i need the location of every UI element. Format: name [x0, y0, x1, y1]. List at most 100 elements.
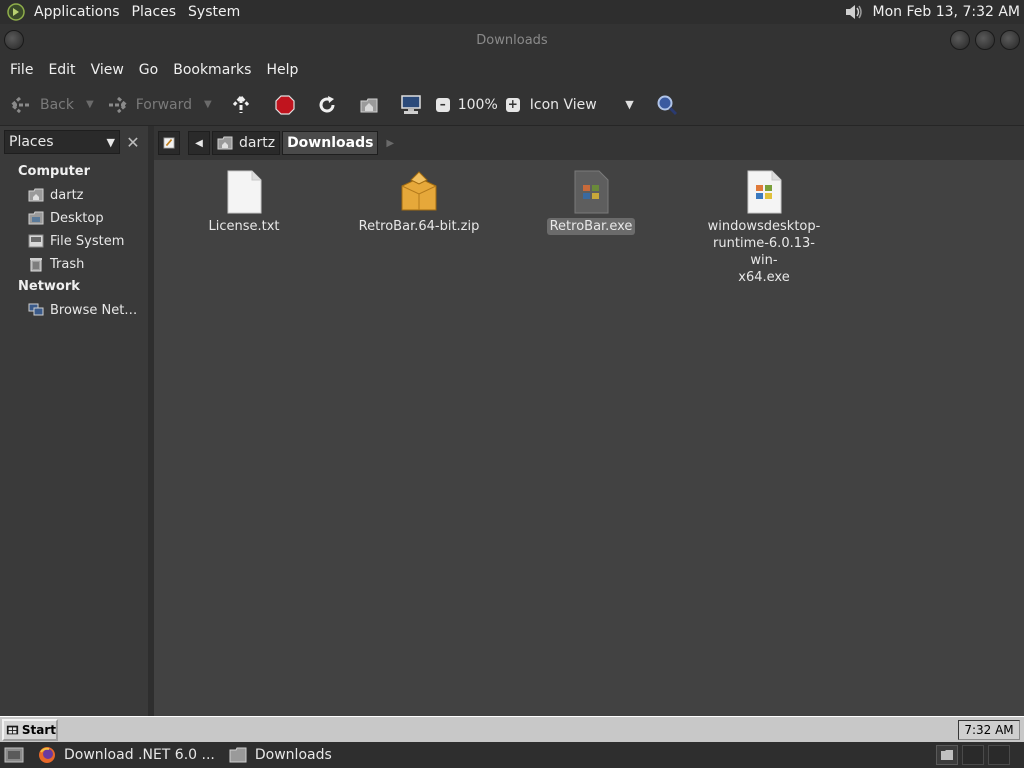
workspace-3[interactable] — [988, 745, 1010, 765]
view-mode-dropdown[interactable]: Icon View ▼ — [524, 89, 640, 121]
file-name: windowsdesktop- runtime-6.0.13-win- x64.… — [699, 218, 829, 286]
system-menu[interactable]: System — [182, 0, 246, 24]
file-item[interactable]: RetroBar.exe — [536, 170, 646, 235]
task-label: Download .NET 6.0 ... — [64, 747, 215, 763]
forward-button[interactable]: Forward — [100, 89, 198, 121]
panel-clock[interactable]: Mon Feb 13, 7:32 AM — [873, 4, 1020, 20]
task-downloads-window[interactable]: Downloads — [223, 743, 338, 767]
breadcrumb-dartz[interactable]: dartz — [212, 131, 281, 155]
chevron-down-icon: ▼ — [625, 98, 634, 111]
drive-icon — [28, 234, 44, 248]
home-folder-icon — [358, 94, 380, 116]
menu-file[interactable]: File — [4, 58, 42, 82]
stop-button[interactable] — [268, 89, 302, 121]
toggle-location-entry-button[interactable] — [158, 131, 180, 155]
taskbar-clock[interactable]: 7:32 AM — [958, 720, 1020, 740]
sidebar-item-dartz[interactable]: dartz — [28, 185, 146, 205]
sidebar-item-label: dartz — [50, 187, 84, 203]
firefox-icon — [39, 747, 55, 763]
breadcrumb-downloads[interactable]: Downloads — [282, 131, 379, 155]
menu-view[interactable]: View — [85, 58, 133, 82]
minimize-button[interactable] — [950, 30, 970, 50]
zoom-out-button[interactable]: – — [435, 97, 450, 112]
menu-edit[interactable]: Edit — [42, 58, 84, 82]
sidebar-item-label: Desktop — [50, 210, 104, 226]
file-name: RetroBar.64-bit.zip — [358, 219, 480, 234]
start-button[interactable]: Start — [2, 719, 58, 741]
sidebar-item-label: Browse Net… — [50, 302, 138, 318]
start-logo-icon — [6, 725, 19, 735]
sidebar-item-browse-network[interactable]: Browse Net… — [28, 300, 146, 320]
workspace-2[interactable] — [962, 745, 984, 765]
computer-button[interactable] — [394, 89, 428, 121]
zoom-level: 100% — [457, 96, 498, 113]
forward-history-dropdown-icon[interactable]: ▼ — [204, 99, 212, 110]
back-history-dropdown-icon[interactable]: ▼ — [86, 99, 94, 110]
folder-icon — [229, 747, 247, 763]
home-button[interactable] — [352, 89, 386, 121]
breadcrumb-label: Downloads — [287, 135, 374, 151]
sidebar-heading-computer: Computer — [18, 164, 91, 179]
applications-menu[interactable]: Applications — [28, 0, 126, 24]
window-titlebar[interactable]: Downloads — [0, 24, 1024, 56]
sidebar-type-label: Places — [9, 134, 54, 150]
view-mode-label: Icon View — [529, 96, 597, 113]
start-label: Start — [21, 723, 56, 737]
workspace-switcher[interactable] — [936, 745, 958, 765]
search-icon — [656, 94, 678, 116]
executable-icon — [574, 170, 609, 214]
sidebar-type-dropdown[interactable]: Places ▼ — [4, 130, 120, 154]
file-name-line: windowsdesktop- — [707, 219, 821, 234]
menubar: File Edit View Go Bookmarks Help — [0, 56, 1024, 84]
show-desktop-icon[interactable] — [4, 746, 24, 764]
menu-help[interactable]: Help — [260, 58, 307, 82]
start-panel: Start 7:32 AM — [0, 716, 1024, 742]
path-scroll-right-icon[interactable]: ▶ — [386, 138, 394, 149]
sidebar-item-label: Trash — [50, 256, 85, 272]
gnome-foot-icon[interactable] — [6, 2, 26, 22]
up-button[interactable] — [224, 89, 258, 121]
taskbar: Download .NET 6.0 ... Downloads — [0, 742, 1024, 768]
reload-button[interactable] — [310, 89, 344, 121]
sidebar-heading-network: Network — [18, 279, 80, 294]
back-arrow-icon — [10, 94, 32, 116]
maximize-button[interactable] — [975, 30, 995, 50]
up-arrow-icon — [230, 94, 252, 116]
stop-icon — [274, 94, 296, 116]
network-icon — [28, 303, 44, 316]
task-firefox-window[interactable]: Download .NET 6.0 ... — [32, 743, 221, 767]
desktop-folder-icon — [28, 211, 44, 225]
search-button[interactable] — [650, 89, 684, 121]
sidebar-item-desktop[interactable]: Desktop — [28, 208, 146, 228]
home-folder-icon — [28, 188, 44, 202]
file-name: License.txt — [208, 219, 280, 234]
chevron-down-icon: ▼ — [106, 135, 115, 149]
executable-icon — [747, 170, 782, 214]
menu-go[interactable]: Go — [133, 58, 167, 82]
close-window-button[interactable] — [1000, 30, 1020, 50]
file-name-line: runtime-6.0.13-win- — [713, 236, 815, 268]
zoom-in-button[interactable]: + — [505, 97, 520, 112]
menu-bookmarks[interactable]: Bookmarks — [167, 58, 260, 82]
sidebar-item-label: File System — [50, 233, 125, 249]
window-title: Downloads — [476, 32, 548, 48]
file-item[interactable]: RetroBar.64-bit.zip — [354, 170, 484, 235]
places-menu[interactable]: Places — [126, 0, 183, 24]
file-view[interactable]: License.txt RetroBar.64-bit.zip RetroBar… — [154, 160, 1024, 716]
sidebar-item-trash[interactable]: Trash — [28, 254, 146, 274]
forward-arrow-icon — [106, 94, 128, 116]
system-tray: Mon Feb 13, 7:32 AM — [843, 0, 1024, 24]
toolbar: Back ▼ Forward ▼ – 100% + Icon View ▼ — [0, 84, 1024, 126]
trash-icon — [30, 258, 42, 272]
window-menu-button[interactable] — [4, 30, 24, 50]
volume-icon[interactable] — [843, 2, 865, 22]
file-item[interactable]: windowsdesktop- runtime-6.0.13-win- x64.… — [699, 170, 829, 286]
sidebar-item-file-system[interactable]: File System — [28, 231, 146, 251]
close-sidebar-icon[interactable]: ✕ — [122, 130, 144, 154]
file-name-line: x64.exe — [738, 270, 790, 285]
back-button[interactable]: Back — [4, 89, 80, 121]
path-scroll-left-button[interactable]: ◀ — [188, 131, 210, 155]
file-item[interactable]: License.txt — [194, 170, 294, 235]
file-name: RetroBar.exe — [546, 218, 636, 235]
archive-icon — [401, 171, 437, 211]
